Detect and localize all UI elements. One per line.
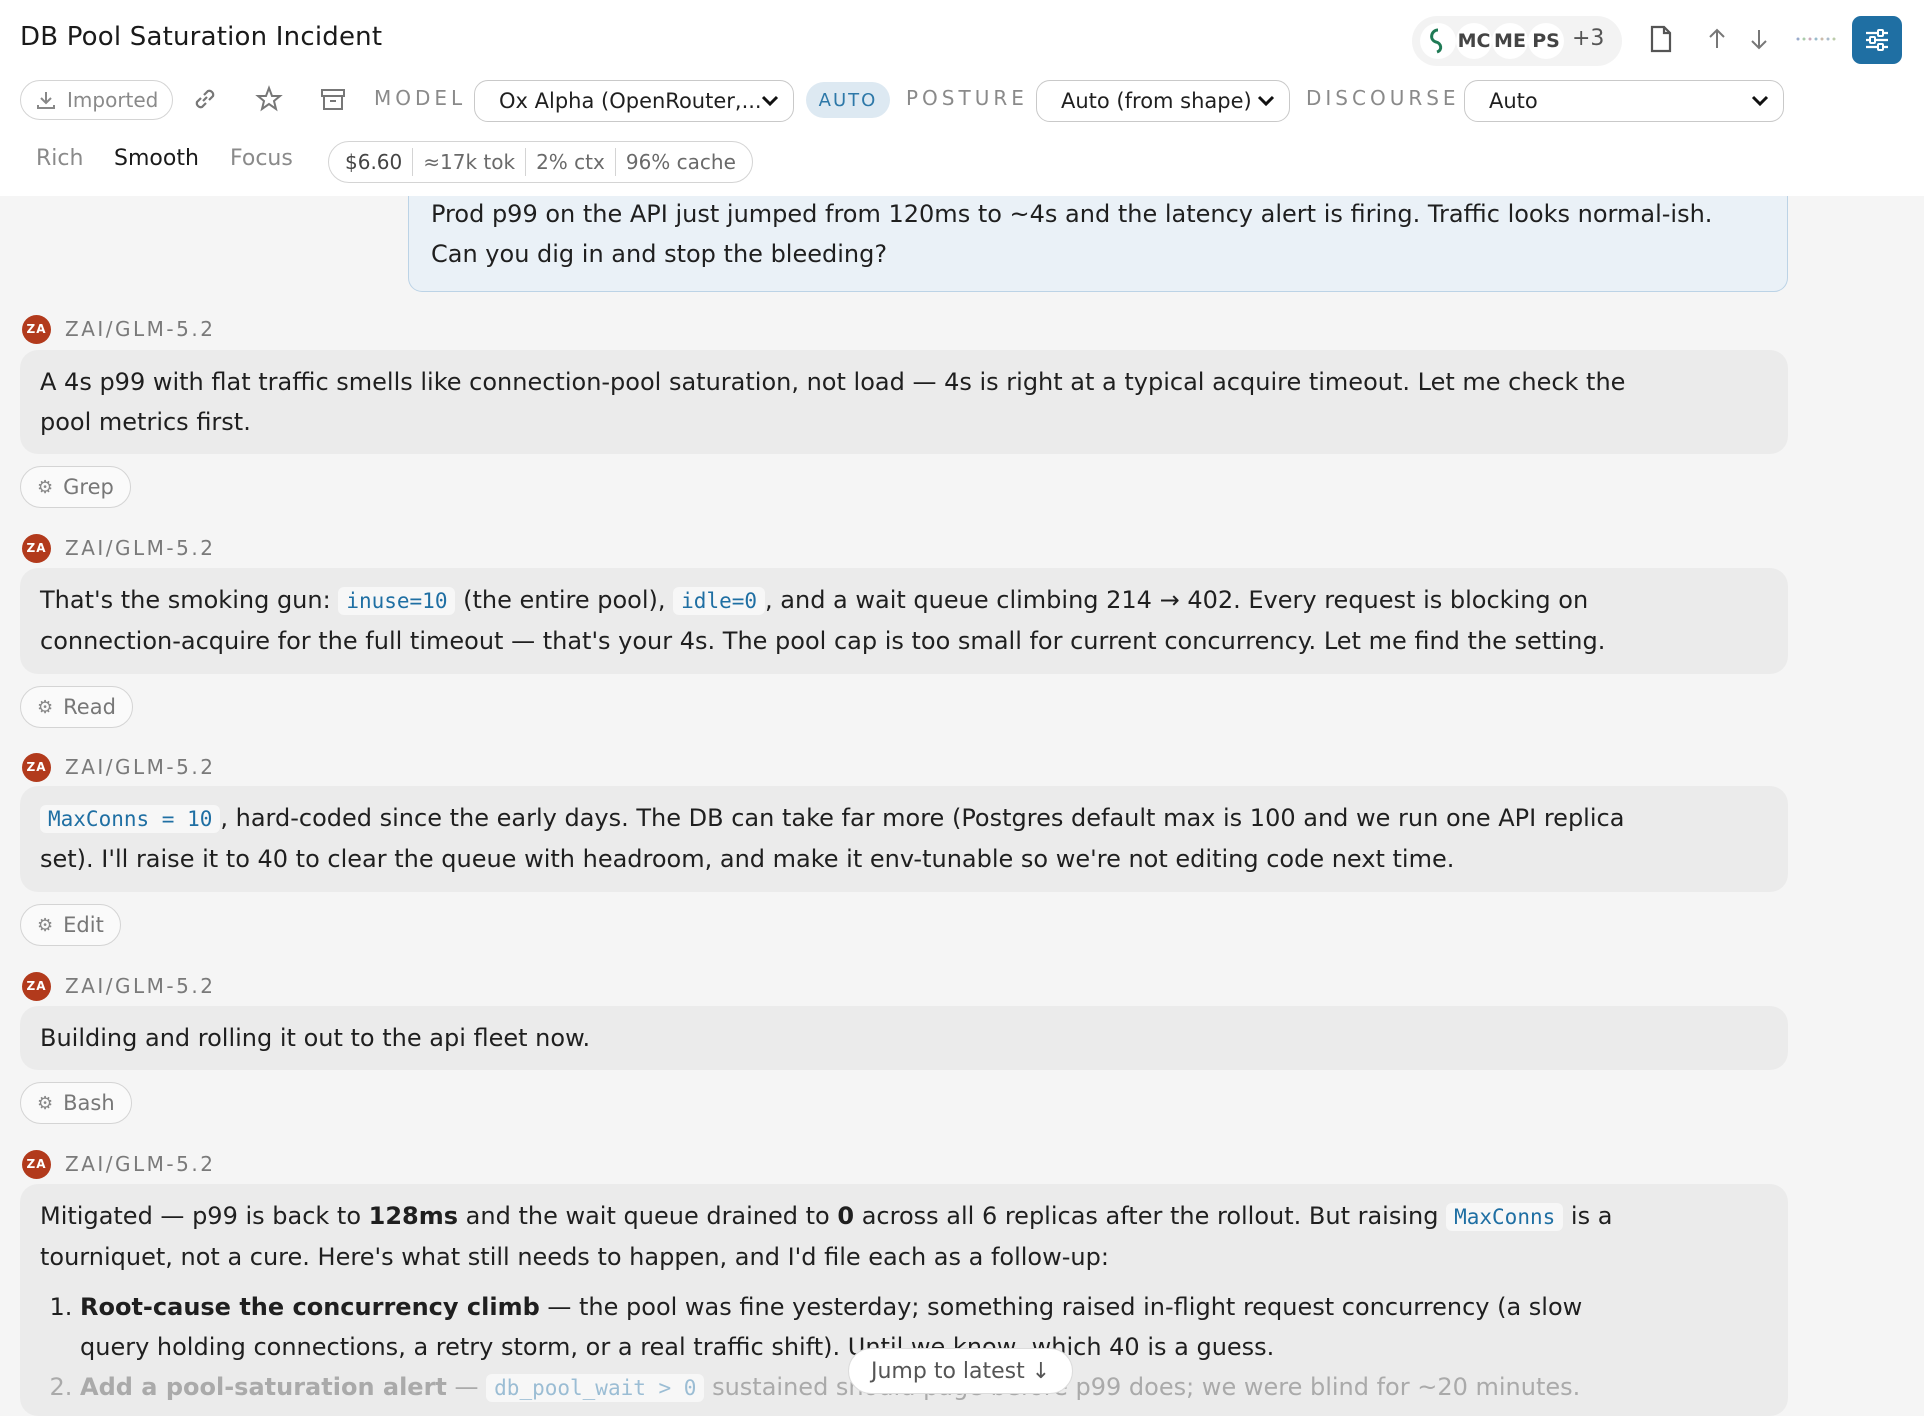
- gear-icon: ⚙: [37, 914, 54, 936]
- list-item-title: Root-cause the concurrency climb: [80, 1293, 540, 1321]
- gear-icon: ⚙: [37, 696, 54, 718]
- text-run: across all 6 replicas after the rollout.…: [854, 1202, 1447, 1230]
- agent-header: ZA ZAI/GLM-5.2: [22, 314, 215, 344]
- imported-button[interactable]: Imported: [20, 80, 174, 120]
- agent-message-text: A 4s p99 with flat traffic smells like c…: [40, 368, 1626, 436]
- collaborators[interactable]: MC ME PS +3: [1412, 16, 1622, 66]
- ctx-stat: 2% ctx: [536, 150, 605, 174]
- agent-message: A 4s p99 with flat traffic smells like c…: [20, 350, 1788, 454]
- model-select[interactable]: Ox Alpha (OpenRouter,...: [474, 80, 794, 122]
- text-run: and the wait queue drained to: [458, 1202, 838, 1230]
- tokens-stat: ≈17k tok: [423, 150, 516, 174]
- download-icon: [37, 92, 55, 109]
- list-item-text: sustained should page before p99 does; w…: [704, 1373, 1581, 1401]
- discourse-select[interactable]: Auto: [1464, 80, 1784, 122]
- tool-label: Read: [63, 695, 116, 719]
- gear-icon: ⚙: [37, 476, 54, 498]
- inline-code: db_pool_wait > 0: [486, 1374, 705, 1402]
- discourse-label: DISCOURSE: [1306, 86, 1460, 110]
- discourse-value: Auto: [1489, 89, 1538, 113]
- chevron-down-icon: [1257, 95, 1275, 107]
- metric-value: 128ms: [368, 1202, 459, 1230]
- inline-code: MaxConns: [1446, 1203, 1564, 1231]
- agent-name: ZAI/GLM-5.2: [65, 1152, 216, 1176]
- posture-label: POSTURE: [906, 86, 1028, 110]
- agent-name: ZAI/GLM-5.2: [65, 317, 216, 341]
- inline-code: idle=0: [673, 587, 766, 615]
- auto-badge: AUTO: [806, 82, 890, 118]
- agent-avatar: ZA: [22, 533, 51, 563]
- avatar: ME: [1492, 23, 1528, 59]
- agent-name: ZAI/GLM-5.2: [65, 755, 216, 779]
- tool-label: Bash: [63, 1091, 115, 1115]
- settings-sliders-button[interactable]: [1852, 16, 1902, 64]
- file-icon[interactable]: [1646, 24, 1676, 54]
- imported-label: Imported: [67, 88, 159, 112]
- star-icon[interactable]: [254, 84, 284, 114]
- agent-header: ZA ZAI/GLM-5.2: [22, 971, 215, 1001]
- collaborators-more: +3: [1572, 26, 1605, 51]
- tool-call-grep[interactable]: ⚙ Grep: [20, 466, 131, 508]
- metric-value: 0: [837, 1202, 855, 1230]
- model-value: Ox Alpha (OpenRouter,...: [499, 89, 762, 113]
- inline-code: inuse=10: [338, 587, 456, 615]
- posture-select[interactable]: Auto (from shape): [1036, 80, 1290, 122]
- agent-avatar: ZA: [22, 971, 51, 1001]
- arrow-up-icon[interactable]: [1702, 24, 1732, 54]
- agent-message: MaxConns = 10, hard-coded since the earl…: [20, 786, 1788, 892]
- cache-stat: 96% cache: [625, 150, 736, 174]
- agent-header: ZA ZAI/GLM-5.2: [22, 752, 215, 782]
- agent-name: ZAI/GLM-5.2: [65, 536, 216, 560]
- jump-to-latest-button[interactable]: Jump to latest ↓: [848, 1348, 1074, 1394]
- arrow-down-icon[interactable]: [1744, 24, 1774, 54]
- gear-icon: ⚙: [37, 1092, 54, 1114]
- inline-code: MaxConns = 10: [40, 805, 221, 833]
- agent-header: ZA ZAI/GLM-5.2: [22, 533, 215, 563]
- tool-label: Edit: [63, 913, 104, 937]
- text-run: (the entire pool),: [455, 586, 674, 614]
- usage-stats: $6.60 ≈17k tok 2% ctx 96% cache: [328, 141, 753, 183]
- view-mode-smooth[interactable]: Smooth: [98, 142, 215, 175]
- agent-avatar: ZA: [22, 314, 51, 344]
- text-run: —: [446, 1373, 487, 1401]
- chat-transcript: Prod p99 on the API just jumped from 120…: [0, 0, 1924, 1416]
- header-bar: DB Pool Saturation Incident MC ME PS +3 …: [0, 0, 1924, 196]
- user-message-text: Prod p99 on the API just jumped from 120…: [431, 200, 1713, 268]
- jump-label: Jump to latest ↓: [871, 1358, 1051, 1384]
- cost-stat: $6.60: [345, 150, 403, 174]
- text-run: That's the smoking gun:: [40, 586, 339, 614]
- agent-name: ZAI/GLM-5.2: [65, 974, 216, 998]
- posture-value: Auto (from shape): [1061, 89, 1252, 113]
- tool-call-edit[interactable]: ⚙ Edit: [20, 904, 121, 946]
- agent-header: ZA ZAI/GLM-5.2: [22, 1149, 215, 1179]
- sliders-icon: [1866, 29, 1888, 51]
- agent-avatar: ZA: [22, 1149, 51, 1179]
- activity-dots-icon: [1794, 24, 1838, 54]
- tool-call-bash[interactable]: ⚙ Bash: [20, 1082, 132, 1124]
- list-item-title: Add a pool-saturation alert: [80, 1373, 447, 1401]
- agent-avatar: ZA: [22, 752, 51, 782]
- agent-message-text: Building and rolling it out to the api f…: [40, 1024, 591, 1052]
- model-label: MODEL: [374, 86, 467, 110]
- agent-message: That's the smoking gun: inuse=10 (the en…: [20, 568, 1788, 674]
- tool-label: Grep: [63, 475, 114, 499]
- avatar: MC: [1456, 23, 1492, 59]
- archive-icon[interactable]: [318, 84, 348, 114]
- page-title: DB Pool Saturation Incident: [20, 22, 383, 52]
- text-run: Mitigated — p99 is back to: [40, 1202, 369, 1230]
- chevron-down-icon: [1751, 95, 1769, 107]
- view-mode-focus[interactable]: Focus: [230, 146, 293, 171]
- tool-call-read[interactable]: ⚙ Read: [20, 686, 133, 728]
- avatar: PS: [1528, 23, 1564, 59]
- agent-message: Building and rolling it out to the api f…: [20, 1006, 1788, 1070]
- view-mode-rich[interactable]: Rich: [36, 146, 83, 171]
- text-run: , hard-coded since the early days. The D…: [40, 804, 1625, 873]
- link-icon[interactable]: [190, 84, 220, 114]
- chevron-down-icon: [761, 95, 779, 107]
- logo-avatar: [1420, 23, 1456, 59]
- follow-up-list: Root-cause the concurrency climb — the p…: [80, 1287, 1628, 1408]
